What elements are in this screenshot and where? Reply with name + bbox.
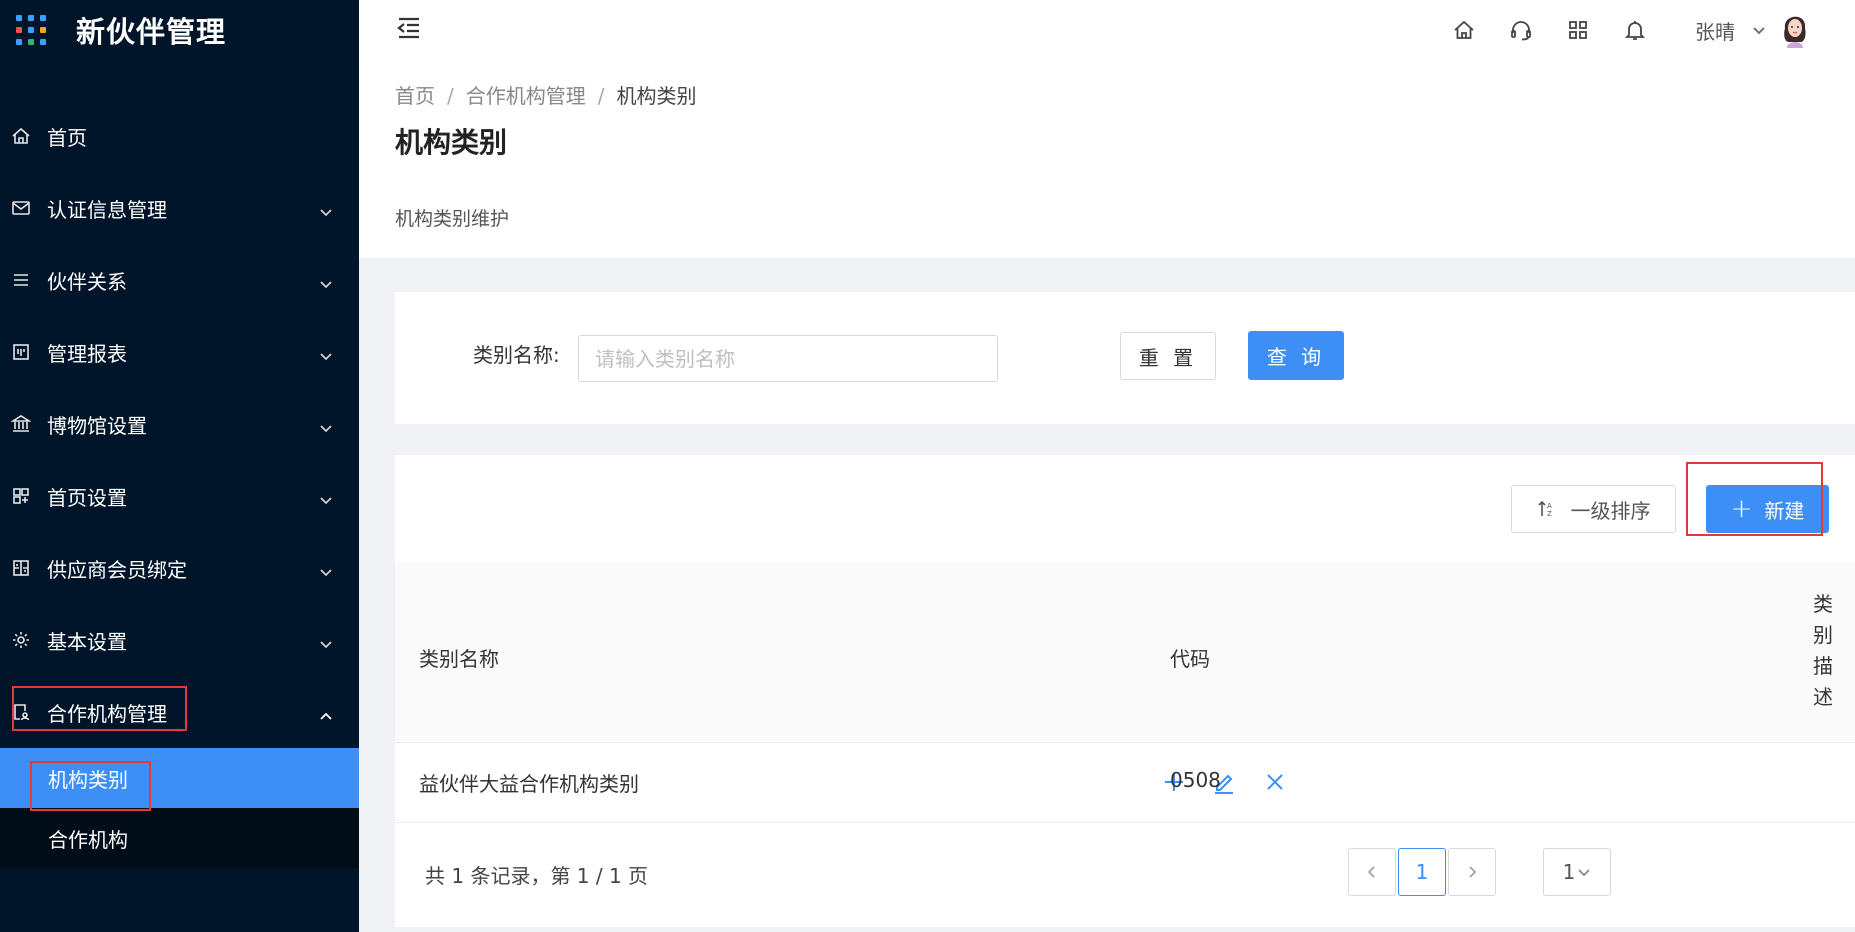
category-name-input[interactable] (578, 335, 998, 382)
category-name-label: 类别名称: (473, 343, 560, 367)
chevron-up-icon (319, 704, 333, 720)
page-header: 首页 / 合作机构管理 / 机构类别 机构类别 机构类别维护 (359, 64, 1855, 258)
query-button[interactable]: 查 询 (1248, 331, 1344, 380)
sidebar-menu: 首页 认证信息管理 伙伴关系 管理报表 博物馆设置 首页设置 供应商会员绑定 基… (0, 100, 359, 868)
breadcrumb-item-current: 机构类别 (616, 84, 697, 108)
link-icon (10, 557, 32, 579)
new-button[interactable]: + 新建 (1706, 485, 1829, 533)
page-title: 机构类别 (395, 126, 508, 159)
sidebar: 新伙伴管理 首页 认证信息管理 伙伴关系 管理报表 博物馆设置 首页设置 供应商… (0, 0, 359, 932)
sidebar-item-label: 伙伴关系 (47, 269, 127, 294)
search-card: 类别名称: 重 置 查 询 (395, 292, 1855, 424)
chevron-down-icon (319, 200, 333, 217)
sidebar-item-label: 管理报表 (47, 341, 127, 366)
sidebar-item-reports[interactable]: 管理报表 (0, 316, 359, 388)
cell-category-name: 益伙伴大益合作机构类别 (419, 772, 639, 796)
chevron-left-icon (1367, 866, 1375, 878)
submenu-item-partner-org[interactable]: 合作机构 (0, 808, 359, 868)
svg-text:Z: Z (1547, 510, 1552, 518)
breadcrumb: 首页 / 合作机构管理 / 机构类别 (395, 80, 697, 109)
sidebar-item-label: 基本设置 (47, 629, 127, 654)
sidebar-item-auth-info[interactable]: 认证信息管理 (0, 172, 359, 244)
avatar[interactable] (1777, 8, 1813, 48)
chevron-right-icon (1469, 866, 1477, 878)
sidebar-item-label: 认证信息管理 (47, 197, 167, 222)
chevron-down-icon (319, 560, 333, 577)
sidebar-item-label: 首页设置 (47, 485, 127, 510)
new-button-label: 新建 (1764, 498, 1805, 523)
page-description: 机构类别维护 (395, 208, 510, 230)
column-header-name: 类别名称 (419, 647, 499, 671)
sidebar-item-museum-settings[interactable]: 博物馆设置 (0, 388, 359, 460)
breadcrumb-separator: / (447, 84, 454, 108)
gear-icon (10, 629, 32, 651)
chevron-down-icon (1578, 869, 1590, 877)
sort-button-label: 一级排序 (1570, 498, 1651, 523)
breadcrumb-separator: / (597, 84, 605, 108)
sidebar-item-partner-org-management[interactable]: 合作机构管理 (0, 676, 359, 748)
sidebar-item-partner-relations[interactable]: 伙伴关系 (0, 244, 359, 316)
apps-icon[interactable] (1566, 18, 1590, 42)
delete-icon[interactable] (1261, 768, 1289, 796)
app-grid-icon (16, 15, 46, 45)
column-header-description: 类别描述 (1813, 592, 1833, 709)
next-page-button[interactable] (1448, 848, 1496, 896)
sidebar-item-label: 供应商会员绑定 (47, 557, 187, 582)
sort-icon: A Z (1537, 500, 1552, 518)
layout-icon (10, 485, 32, 507)
sidebar-item-home[interactable]: 首页 (0, 100, 359, 172)
app-title: 新伙伴管理 (76, 15, 227, 49)
page-size-value: 1 (1562, 860, 1576, 884)
chevron-down-icon (319, 344, 333, 361)
chevron-down-icon[interactable] (1752, 22, 1766, 36)
mail-icon (10, 197, 32, 219)
sidebar-item-label: 博物馆设置 (47, 413, 147, 438)
headset-icon[interactable] (1509, 18, 1533, 42)
breadcrumb-item-home[interactable]: 首页 (395, 84, 435, 108)
home-icon (10, 125, 32, 147)
page-number-button[interactable]: 1 (1398, 848, 1446, 896)
sort-button[interactable]: A Z 一级排序 (1511, 485, 1676, 533)
list-icon (10, 269, 32, 291)
menu-fold-icon[interactable] (395, 14, 423, 42)
bank-icon (10, 413, 32, 435)
table-card: A Z 一级排序 + 新建 类别名称 代码 类别描述 益伙伴大益合作机构类别 0… (395, 455, 1855, 927)
chevron-down-icon (319, 272, 333, 289)
pagination-summary: 共 1 条记录，第 1 / 1 页 (425, 864, 649, 888)
bell-icon[interactable] (1623, 18, 1647, 42)
home-icon[interactable] (1452, 18, 1476, 42)
sidebar-item-supplier-binding[interactable]: 供应商会员绑定 (0, 532, 359, 604)
sidebar-item-home-settings[interactable]: 首页设置 (0, 460, 359, 532)
user-name[interactable]: 张晴 (1695, 16, 1735, 45)
chevron-down-icon (319, 488, 333, 505)
sidebar-item-basic-settings[interactable]: 基本设置 (0, 604, 359, 676)
chevron-down-icon (319, 416, 333, 433)
svg-text:A: A (1547, 502, 1552, 510)
sidebar-item-label: 首页 (47, 125, 87, 150)
column-header-code: 代码 (1170, 647, 1210, 671)
board-icon (10, 341, 32, 363)
chevron-down-icon (319, 632, 333, 649)
app-logo[interactable]: 新伙伴管理 (16, 10, 226, 50)
submenu-partner-org: 机构类别 合作机构 (0, 748, 359, 868)
table-header: 类别名称 代码 类别描述 (395, 563, 1855, 743)
submenu-item-org-category[interactable]: 机构类别 (0, 748, 359, 808)
plus-icon: + (1730, 494, 1753, 524)
sidebar-item-label: 合作机构管理 (47, 701, 167, 726)
doc-user-icon (10, 701, 32, 723)
breadcrumb-item-partner-org[interactable]: 合作机构管理 (466, 84, 586, 108)
table-row: 益伙伴大益合作机构类别 0508 (395, 743, 1855, 823)
page-size-select[interactable]: 1 (1543, 848, 1611, 896)
reset-button[interactable]: 重 置 (1120, 332, 1216, 380)
top-header: 张晴 (359, 0, 1855, 64)
cell-code: 0508 (1170, 768, 1221, 792)
prev-page-button[interactable] (1348, 848, 1396, 896)
